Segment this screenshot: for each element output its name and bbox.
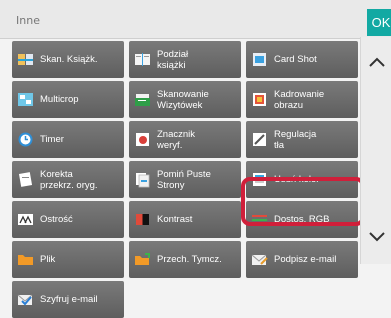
chevron-up-icon (368, 53, 386, 72)
button-label: Regulacja tła (274, 128, 317, 151)
button-label: Skan. Książk. (40, 54, 98, 65)
scroll-up-button[interactable] (361, 42, 391, 82)
verification-stamp-button[interactable]: Znacznik weryf. (129, 121, 241, 158)
contrast-button[interactable]: Kontrast (129, 201, 241, 238)
multicrop-icon (17, 91, 34, 108)
button-label: Pomiń Puste Strony (157, 168, 211, 191)
button-label: Plik (40, 254, 56, 265)
skip-blank-button[interactable]: Pomiń Puste Strony (129, 161, 241, 198)
card-shot-icon (251, 51, 268, 68)
crop-image-button[interactable]: Kadrowanie obrazu (246, 81, 358, 118)
sign-email-icon (251, 251, 268, 268)
scroll-down-button[interactable] (361, 217, 391, 257)
timer-icon (17, 131, 34, 148)
skip-blank-icon (134, 171, 151, 188)
sharpness-button[interactable]: Ostrość (12, 201, 124, 238)
timer-button[interactable]: Timer (12, 121, 124, 158)
button-label: Przech. Tymcz. (157, 254, 222, 265)
button-label: Szyfruj e-mail (40, 294, 98, 305)
button-label: Korekta przekrz. oryg. (40, 168, 98, 191)
ok-button[interactable]: OK (367, 9, 391, 36)
button-label: Multicrop (40, 94, 79, 105)
button-label: Podpisz e-mail (274, 254, 337, 265)
background-adjust-icon (251, 131, 268, 148)
skew-correction-button[interactable]: Korekta przekrz. oryg. (12, 161, 124, 198)
button-label: Timer (40, 134, 64, 145)
sign-email-button[interactable]: Podpisz e-mail (246, 241, 358, 278)
page-title: Inne (16, 14, 40, 27)
button-label: Card Shot (274, 54, 317, 65)
header-bar: Inne (0, 0, 391, 39)
multicrop-button[interactable]: Multicrop (12, 81, 124, 118)
contrast-icon (134, 211, 151, 228)
scrollbar[interactable] (360, 37, 391, 264)
business-card-button[interactable]: Skanowanie Wizytówek (129, 81, 241, 118)
book-scan-button[interactable]: Skan. Książk. (12, 41, 124, 78)
background-adjust-button[interactable]: Regulacja tła (246, 121, 358, 158)
button-label: Kadrowanie obrazu (274, 88, 325, 111)
quick-file-icon (134, 251, 151, 268)
button-label: Ostrość (40, 214, 73, 225)
button-label: Znacznik weryf. (157, 128, 196, 151)
file-button[interactable]: Plik (12, 241, 124, 278)
button-label: Kontrast (157, 214, 193, 225)
book-divide-button[interactable]: Podział książki (129, 41, 241, 78)
selection-highlight (241, 177, 365, 226)
book-scan-icon (17, 51, 34, 68)
book-divide-icon (134, 51, 151, 68)
encrypt-email-button[interactable]: Szyfruj e-mail (12, 281, 124, 318)
skew-correction-icon (17, 171, 34, 188)
sharpness-icon (17, 211, 34, 228)
button-label: Podział książki (157, 48, 189, 71)
scroll-track[interactable] (361, 85, 391, 213)
chevron-down-icon (368, 228, 386, 247)
verification-stamp-icon (134, 131, 151, 148)
button-label: Skanowanie Wizytówek (157, 88, 209, 111)
quick-file-button[interactable]: Przech. Tymcz. (129, 241, 241, 278)
encrypt-email-icon (17, 291, 34, 308)
card-shot-button[interactable]: Card Shot (246, 41, 358, 78)
crop-icon (251, 91, 268, 108)
business-card-icon (134, 91, 151, 108)
folder-icon (17, 251, 34, 268)
